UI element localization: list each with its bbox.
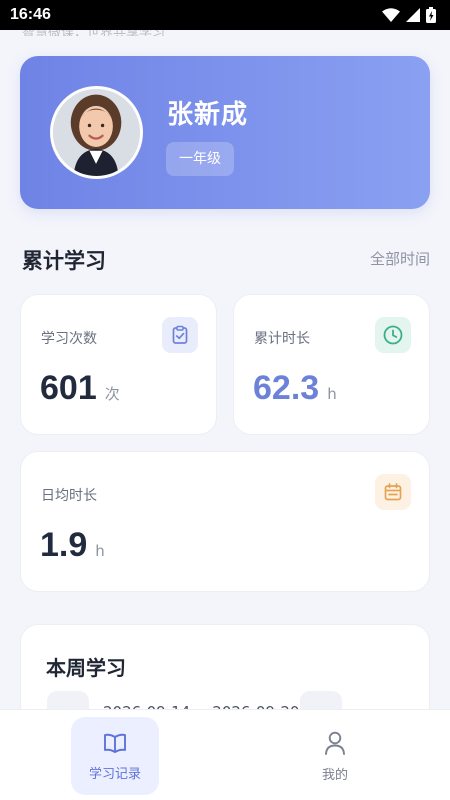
wifi-icon: [382, 8, 400, 22]
grade-badge: 一年级: [166, 142, 234, 176]
profile-name: 张新成: [167, 100, 249, 130]
profile-card[interactable]: 张新成 一年级: [20, 56, 430, 209]
avatar-portrait-icon: [53, 89, 140, 176]
status-bar: 16:46: [0, 0, 450, 30]
nav-item-mine[interactable]: 我的: [291, 717, 379, 795]
status-time: 16:46: [10, 6, 51, 23]
battery-icon: [426, 7, 436, 23]
clock-icon: [375, 317, 411, 353]
stat-value-row: 1.9 h: [40, 526, 105, 565]
clipboard-check-icon: [162, 317, 198, 353]
stat-label: 日均时长: [41, 488, 97, 504]
calendar-icon: [375, 474, 411, 510]
stat-card-total-duration: 累计时长 62.3 h: [233, 294, 430, 435]
stat-value: 601: [40, 369, 97, 407]
summary-title: 累计学习: [22, 249, 106, 273]
stat-label: 累计时长: [254, 331, 310, 347]
user-avatar[interactable]: [50, 86, 143, 179]
nav-label: 学习记录: [88, 766, 141, 782]
stat-value: 62.3: [253, 369, 320, 407]
status-icons: [382, 7, 436, 23]
stat-value-row: 62.3 h: [253, 369, 337, 408]
stat-card-daily-average: 日均时长 1.9 h: [20, 451, 430, 592]
nav-label: 我的: [321, 767, 348, 783]
signal-icon: [406, 8, 420, 22]
stat-unit: h: [327, 385, 337, 403]
stat-unit: h: [95, 542, 105, 560]
person-icon: [325, 731, 345, 755]
time-filter-button[interactable]: 全部时间: [370, 248, 430, 269]
week-title: 本周学习: [46, 656, 126, 680]
stat-value-row: 601 次: [40, 369, 120, 408]
stat-unit: 次: [104, 385, 120, 403]
stat-label: 学习次数: [41, 331, 97, 347]
book-icon: [104, 733, 126, 753]
bottom-navigation: 学习记录 我的: [0, 709, 450, 800]
stat-value: 1.9: [40, 526, 88, 564]
nav-item-study-records[interactable]: 学习记录: [71, 717, 159, 795]
stat-card-study-count: 学习次数 601 次: [20, 294, 217, 435]
